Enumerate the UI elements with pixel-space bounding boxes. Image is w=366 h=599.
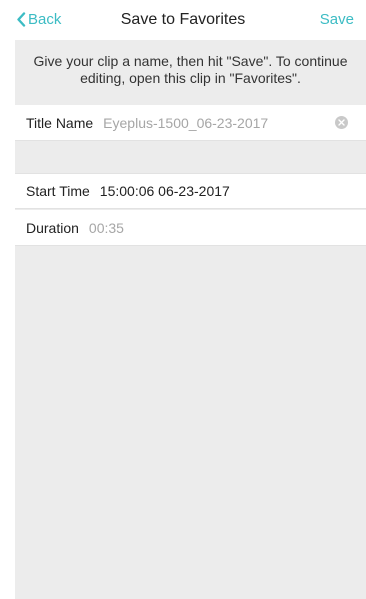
save-to-favorites-screen: Back Save to Favorites Save Give your cl… xyxy=(0,0,366,599)
instruction-text: Give your clip a name, then hit "Save". … xyxy=(33,53,348,86)
title-name-label: Title Name xyxy=(26,114,94,131)
duration-value: 00:35 xyxy=(88,219,124,236)
duration-label: Duration xyxy=(26,219,79,236)
start-time-row: Start Time 15:00:06 06-23-2017 xyxy=(15,173,366,209)
start-time-label: Start Time xyxy=(26,183,90,199)
title-name-row: Title Name xyxy=(15,105,366,141)
save-button[interactable]: Save xyxy=(320,11,354,28)
page-title: Save to Favorites xyxy=(120,11,246,28)
title-name-input[interactable] xyxy=(103,114,324,131)
clear-title-button[interactable] xyxy=(335,116,348,129)
navigation-bar: Back Save to Favorites Save xyxy=(0,0,366,40)
clear-circle-icon xyxy=(338,119,345,126)
form-area: Give your clip a name, then hit "Save". … xyxy=(15,40,366,599)
duration-row: Duration 00:35 xyxy=(15,210,366,246)
start-time-value: 15:00:06 06-23-2017 xyxy=(99,183,230,199)
